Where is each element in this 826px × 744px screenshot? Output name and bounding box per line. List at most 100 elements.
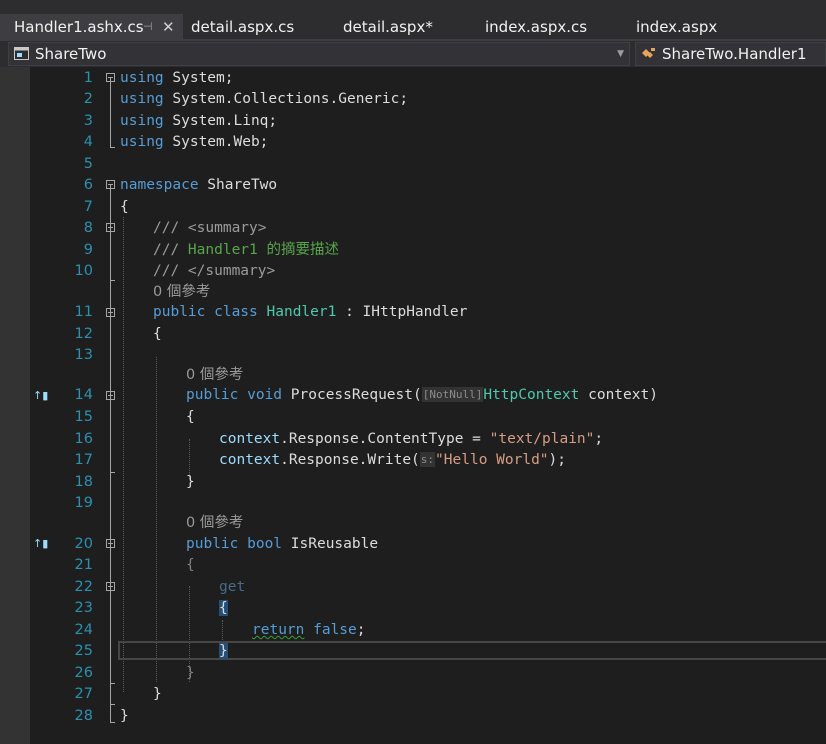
tab-label: detail.aspx* bbox=[343, 18, 433, 36]
code-text: System; bbox=[163, 70, 234, 86]
code-line-20: public bool IsReusable bbox=[186, 534, 378, 555]
brace-match: { bbox=[219, 600, 228, 616]
code-text: ; bbox=[356, 622, 366, 638]
keyword: using bbox=[120, 70, 164, 86]
code-line-28: } bbox=[120, 708, 129, 724]
code-line-23: { bbox=[219, 598, 228, 619]
project-name: ShareTwo bbox=[35, 45, 107, 63]
code-text: context) bbox=[579, 387, 658, 403]
codelens-references[interactable]: 0 個參考 bbox=[186, 365, 243, 385]
code-text: System.Linq; bbox=[163, 113, 278, 129]
collapse-toggle[interactable] bbox=[106, 582, 115, 591]
collapse-toggle[interactable] bbox=[106, 391, 115, 400]
type-name: Handler1 bbox=[257, 304, 337, 320]
tab-label: index.aspx bbox=[636, 18, 718, 36]
collapse-toggle[interactable] bbox=[106, 223, 115, 232]
chevron-down-icon: ▼ bbox=[617, 49, 624, 59]
outline-bar bbox=[110, 78, 111, 147]
property-name: IsReusable bbox=[282, 536, 379, 552]
line-number: 9 bbox=[83, 242, 93, 258]
line-number: 11 bbox=[74, 304, 93, 320]
keyword: using bbox=[120, 91, 164, 107]
line-number: 23 bbox=[74, 600, 93, 616]
class-icon bbox=[642, 48, 655, 58]
codelens-references[interactable]: 0 個參考 bbox=[153, 282, 210, 302]
outline-end bbox=[110, 683, 115, 684]
line-number: 7 bbox=[83, 199, 93, 215]
line-number: 2 bbox=[83, 91, 93, 107]
tab-label: index.aspx.cs bbox=[485, 18, 588, 36]
tab-label: detail.aspx.cs bbox=[191, 18, 295, 36]
code-line-16: context.Response.ContentType = "text/pla… bbox=[219, 429, 603, 450]
code-line-27: } bbox=[153, 686, 162, 702]
tab-detail-aspx-cs[interactable]: detail.aspx.cs bbox=[191, 14, 294, 40]
keyword: namespace bbox=[120, 177, 199, 193]
doc-comment-marker: /// bbox=[153, 263, 180, 279]
line-number: 16 bbox=[74, 431, 93, 447]
doc-comment-marker: /// bbox=[153, 220, 180, 236]
collapse-toggle[interactable] bbox=[106, 539, 115, 548]
line-number: 4 bbox=[83, 134, 93, 150]
code-text: ); bbox=[548, 452, 567, 468]
outline-end bbox=[110, 472, 115, 473]
line-number: 20 bbox=[74, 536, 93, 552]
code-line-12: { bbox=[153, 326, 162, 342]
code-line-14: public void ProcessRequest([NotNull]Http… bbox=[186, 385, 658, 406]
navigation-bar: ShareTwo ▼ ShareTwo.Handler1 bbox=[0, 41, 826, 67]
code-line-9: /// Handler1 的摘要描述 bbox=[153, 240, 339, 261]
code-line-7: { bbox=[120, 199, 129, 215]
inline-hint: s: bbox=[419, 452, 436, 467]
collapse-toggle[interactable] bbox=[106, 308, 115, 317]
line-number: 25 bbox=[74, 643, 93, 659]
code-line-25: } bbox=[219, 641, 228, 662]
line-number: 28 bbox=[74, 708, 93, 724]
outline-end bbox=[110, 280, 115, 281]
line-number: 12 bbox=[74, 326, 93, 342]
line-number: 17 bbox=[74, 452, 93, 468]
codelens-references[interactable]: 0 個參考 bbox=[186, 513, 243, 533]
collapse-toggle[interactable] bbox=[106, 73, 115, 82]
parameter: context bbox=[219, 431, 281, 447]
project-icon bbox=[14, 47, 29, 60]
tab-label: Handler1.ashx.cs bbox=[14, 18, 144, 36]
code-line-6: namespace ShareTwo bbox=[120, 175, 277, 196]
line-number: 5 bbox=[83, 156, 93, 172]
outline-end bbox=[110, 722, 115, 723]
code-line-2: using System.Collections.Generic; bbox=[120, 89, 408, 110]
tab-index-aspx[interactable]: index.aspx bbox=[636, 14, 717, 40]
line-number: 19 bbox=[74, 495, 93, 511]
line-number: 8 bbox=[83, 220, 93, 236]
keyword: return bbox=[252, 622, 305, 638]
member-dropdown[interactable]: ShareTwo.Handler1 bbox=[635, 42, 826, 66]
outline-end bbox=[110, 704, 115, 705]
code-line-4: using System.Web; bbox=[120, 132, 268, 153]
close-icon[interactable]: ✕ bbox=[162, 14, 175, 40]
document-tab-strip: Handler1.ashx.cs ⊣ ✕ detail.aspx.cs deta… bbox=[0, 0, 826, 41]
pin-icon[interactable]: ⊣ bbox=[143, 14, 153, 40]
line-number: 18 bbox=[74, 474, 93, 490]
code-line-11: public class Handler1 : IHttpHandler bbox=[153, 302, 467, 323]
tab-detail-aspx[interactable]: detail.aspx* bbox=[343, 14, 433, 40]
code-line-8: /// <summary> bbox=[153, 218, 267, 239]
code-editor[interactable]: ↑▮ ↑▮ 1 2 3 4 5 6 7 8 9 10 11 12 13 14 1… bbox=[0, 67, 826, 744]
code-line-3: using System.Linq; bbox=[120, 111, 277, 132]
code-line-10: /// </summary> bbox=[153, 261, 275, 282]
collapse-toggle[interactable] bbox=[106, 180, 115, 189]
code-text: : IHttpHandler bbox=[336, 304, 468, 320]
keyword: bool bbox=[238, 536, 283, 552]
code-line-24: return false; bbox=[252, 620, 366, 641]
code-text: ; bbox=[594, 431, 604, 447]
line-number: 24 bbox=[74, 622, 93, 638]
line-number: 14 bbox=[74, 387, 93, 403]
project-dropdown[interactable]: ShareTwo ▼ bbox=[8, 42, 630, 66]
doc-comment-text: Handler1 的摘要描述 bbox=[179, 242, 340, 258]
code-line-1: using System; bbox=[120, 68, 234, 89]
indent-guide bbox=[156, 357, 157, 682]
line-number: 15 bbox=[74, 409, 93, 425]
keyword: class bbox=[205, 304, 258, 320]
line-number: 1 bbox=[83, 70, 93, 86]
tab-handler1-ashx-cs[interactable]: Handler1.ashx.cs ⊣ ✕ bbox=[0, 14, 183, 40]
tab-index-aspx-cs[interactable]: index.aspx.cs bbox=[485, 14, 587, 40]
indent-guide bbox=[123, 217, 124, 692]
code-line-22: get bbox=[219, 579, 246, 595]
